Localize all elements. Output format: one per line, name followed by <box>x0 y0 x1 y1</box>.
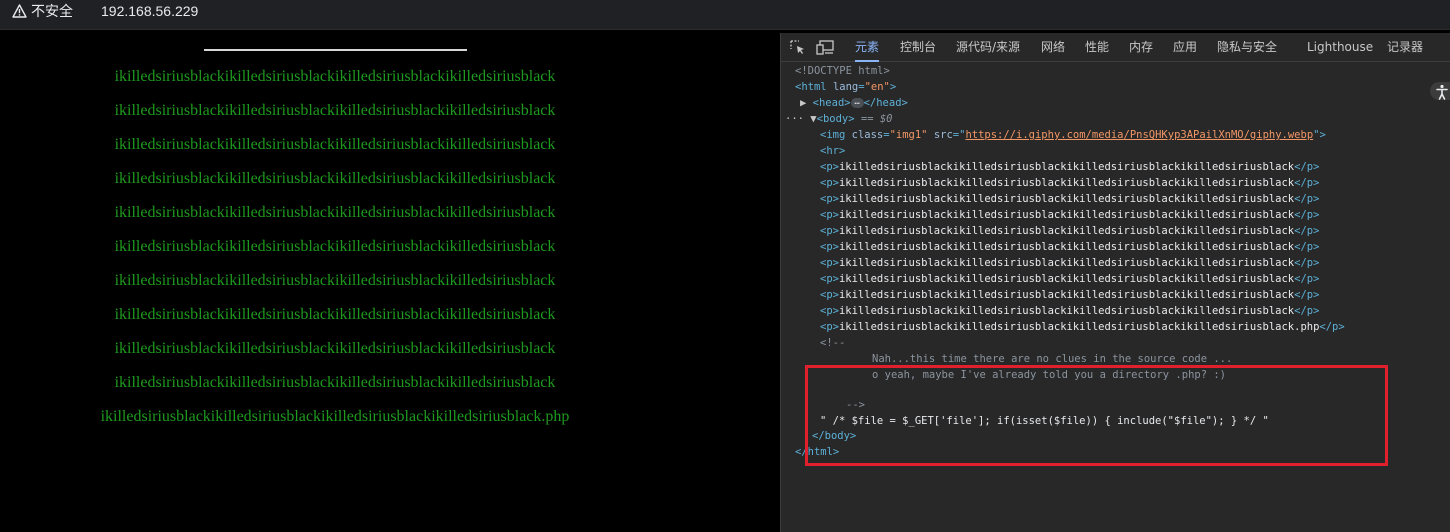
dom-p[interactable]: <p>ikilledsiriusblackikilledsiriusblacki… <box>820 207 1319 223</box>
devtools-panel: 元素 控制台 源代码/来源 网络 性能 内存 应用 隐私与安全 Lighthou… <box>781 33 1450 532</box>
dom-p[interactable]: <p>ikilledsiriusblackikilledsiriusblacki… <box>820 191 1319 207</box>
tab-console[interactable]: 控制台 <box>900 33 936 62</box>
dom-p[interactable]: <p>ikilledsiriusblackikilledsiriusblacki… <box>820 287 1319 303</box>
tab-sources[interactable]: 源代码/来源 <box>956 33 1020 62</box>
devtools-toolbar: 元素 控制台 源代码/来源 网络 性能 内存 应用 隐私与安全 Lighthou… <box>781 33 1450 62</box>
page-paragraph: ikilledsiriusblackikilledsiriusblackikil… <box>114 306 556 323</box>
dom-p[interactable]: <p>ikilledsiriusblackikilledsiriusblacki… <box>820 159 1319 175</box>
dom-hr[interactable]: <hr> <box>820 143 845 159</box>
security-indicator[interactable]: 不安全 <box>12 2 73 20</box>
dom-p[interactable]: <p>ikilledsiriusblackikilledsiriusblacki… <box>820 239 1319 255</box>
expand-arrow-icon[interactable]: ▶ <box>800 97 806 109</box>
tab-performance[interactable]: 性能 <box>1085 33 1109 62</box>
tab-recorder[interactable]: 记录器 <box>1387 33 1423 62</box>
url-text[interactable]: 192.168.56.229 <box>101 2 198 20</box>
tab-lighthouse[interactable]: Lighthouse <box>1307 33 1373 62</box>
dom-img[interactable]: <img class="img1" src="https://i.giphy.c… <box>820 127 1326 143</box>
ellipsis-icon[interactable]: … <box>850 98 864 108</box>
tab-application[interactable]: 应用 <box>1173 33 1197 62</box>
accessibility-tab[interactable] <box>1430 82 1450 100</box>
dom-p[interactable]: <p>ikilledsiriusblackikilledsiriusblacki… <box>820 255 1319 271</box>
accessibility-icon <box>1436 84 1448 100</box>
page-paragraph: ikilledsiriusblackikilledsiriusblackikil… <box>114 136 556 153</box>
page-paragraph: ikilledsiriusblackikilledsiriusblackikil… <box>114 272 556 289</box>
page-paragraph: ikilledsiriusblackikilledsiriusblackikil… <box>114 340 556 357</box>
img-src-link[interactable]: https://i.giphy.com/media/PnsQHKyp3APail… <box>965 129 1313 141</box>
page-paragraph: ikilledsiriusblackikilledsiriusblackikil… <box>114 170 556 187</box>
tab-memory[interactable]: 内存 <box>1129 33 1153 62</box>
page-paragraph: ikilledsiriusblackikilledsiriusblackikil… <box>114 102 556 119</box>
inspect-element-icon[interactable] <box>789 39 807 55</box>
page-paragraph-php: ikilledsiriusblackikilledsiriusblackikil… <box>100 408 570 425</box>
dom-doctype[interactable]: <!DOCTYPE html> <box>795 63 890 79</box>
dom-p-php[interactable]: <p>ikilledsiriusblackikilledsiriusblacki… <box>820 319 1345 335</box>
dom-p[interactable]: <p>ikilledsiriusblackikilledsiriusblacki… <box>820 303 1319 319</box>
warning-icon <box>12 4 27 18</box>
dom-comment-open[interactable]: <!-- <box>820 335 845 351</box>
tab-privacy-security[interactable]: 隐私与安全 <box>1217 33 1277 62</box>
dom-body-open[interactable]: ··· ▼<body> == $0 <box>785 111 893 127</box>
security-label: 不安全 <box>31 4 73 20</box>
page-viewport: ikilledsiriusblackikilledsiriusblackikil… <box>0 33 780 532</box>
dom-p[interactable]: <p>ikilledsiriusblackikilledsiriusblacki… <box>820 271 1319 287</box>
page-paragraph: ikilledsiriusblackikilledsiriusblackikil… <box>114 238 556 255</box>
dom-tree: <!DOCTYPE html> <html lang="en"> ▶ <head… <box>781 63 1450 532</box>
page-paragraph: ikilledsiriusblackikilledsiriusblackikil… <box>114 374 556 391</box>
dom-p[interactable]: <p>ikilledsiriusblackikilledsiriusblacki… <box>820 175 1319 191</box>
dom-head[interactable]: ▶ <head>… </head> <box>800 95 908 111</box>
tab-elements[interactable]: 元素 <box>855 33 880 62</box>
dom-p[interactable]: <p>ikilledsiriusblackikilledsiriusblacki… <box>820 223 1319 239</box>
highlight-box <box>805 365 1388 466</box>
device-toolbar-icon[interactable] <box>816 39 836 55</box>
address-bar[interactable]: 不安全 192.168.56.229 <box>0 0 1450 30</box>
page-paragraph: ikilledsiriusblackikilledsiriusblackikil… <box>114 204 556 221</box>
page-paragraph: ikilledsiriusblackikilledsiriusblackikil… <box>114 68 556 85</box>
horizontal-rule <box>204 49 467 51</box>
tab-network[interactable]: 网络 <box>1041 33 1065 62</box>
dom-html-open[interactable]: <html lang="en"> <box>795 79 896 95</box>
